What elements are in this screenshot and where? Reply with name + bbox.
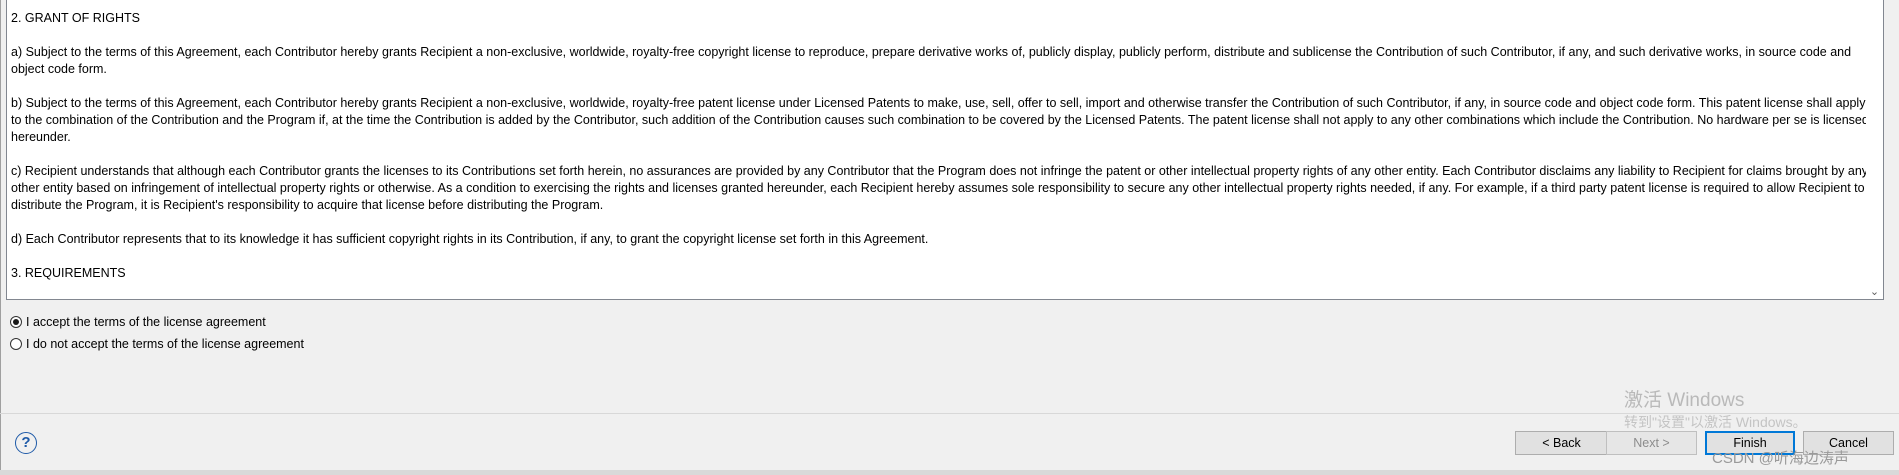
chevron-down-icon[interactable]: ⌄ — [1868, 285, 1881, 299]
vertical-scrollbar[interactable]: ⌄ — [1866, 0, 1883, 299]
decline-radio-button[interactable] — [10, 338, 22, 350]
section-heading-grant-of-rights: 2. GRANT OF RIGHTS — [11, 11, 140, 25]
accept-license-option[interactable]: I accept the terms of the license agreem… — [10, 313, 266, 331]
csdn-watermark: CSDN @听海边涛声 — [1712, 450, 1849, 467]
decline-license-label: I do not accept the terms of the license… — [26, 337, 304, 351]
license-paragraph-b: b) Subject to the terms of this Agreemen… — [11, 96, 1869, 144]
windows-activation-title: 激活 Windows — [1624, 390, 1745, 411]
license-paragraph-c: c) Recipient understands that although e… — [11, 164, 1869, 212]
accept-license-label: I accept the terms of the license agreem… — [26, 315, 266, 329]
license-text-area[interactable]: 2. GRANT OF RIGHTS a) Subject to the ter… — [6, 0, 1884, 300]
window-left-border — [0, 0, 1, 475]
windows-activation-subtitle: 转到"设置"以激活 Windows。 — [1624, 414, 1807, 430]
license-paragraph-a: a) Subject to the terms of this Agreemen… — [11, 45, 1852, 76]
accept-radio-button[interactable] — [10, 316, 22, 328]
footer-separator — [0, 413, 1899, 414]
back-button[interactable]: < Back — [1515, 431, 1608, 455]
section-heading-requirements: 3. REQUIREMENTS — [11, 266, 126, 280]
help-icon[interactable]: ? — [15, 432, 37, 454]
taskbar-edge — [0, 470, 1899, 475]
license-text: 2. GRANT OF RIGHTS a) Subject to the ter… — [11, 10, 1869, 282]
decline-license-option[interactable]: I do not accept the terms of the license… — [10, 335, 304, 353]
next-button[interactable]: Next > — [1606, 431, 1697, 455]
license-paragraph-d: d) Each Contributor represents that to i… — [11, 232, 929, 246]
